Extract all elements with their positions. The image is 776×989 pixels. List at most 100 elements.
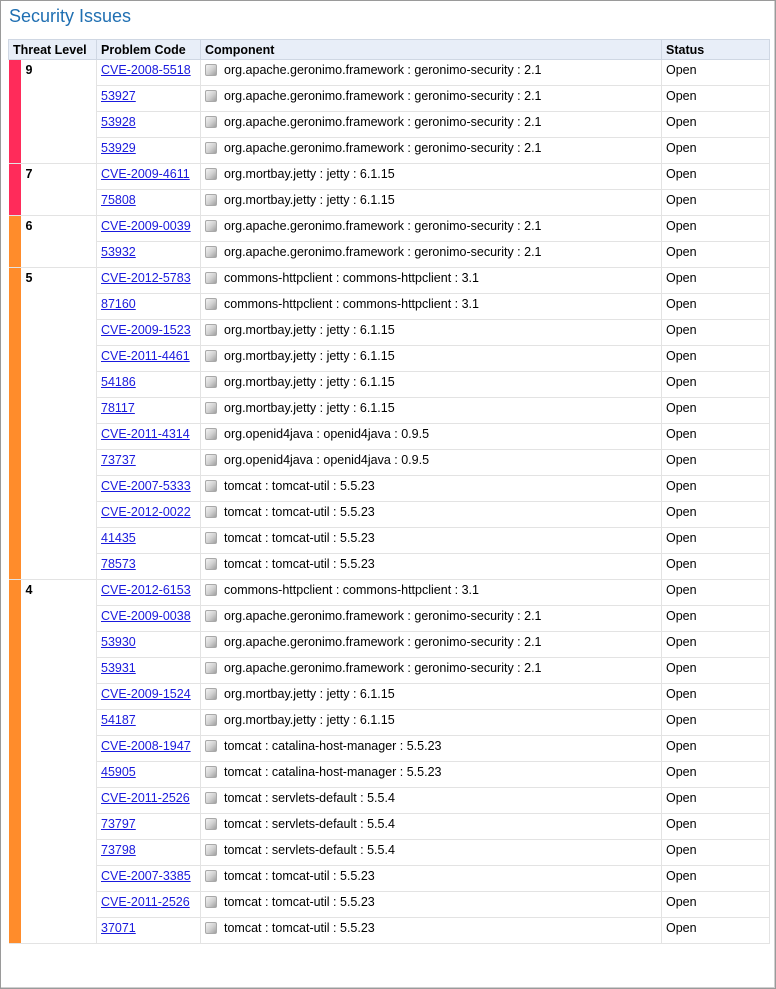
problem-code-link[interactable]: 53928 <box>101 115 136 129</box>
component-name: org.apache.geronimo.framework : geronimo… <box>224 219 542 233</box>
component-name: commons-httpclient : commons-httpclient … <box>224 583 479 597</box>
problem-code-link[interactable]: CVE-2009-0039 <box>101 219 191 233</box>
status-cell: Open <box>661 475 770 502</box>
table-row: CVE-2007-3385 tomcat : tomcat-util : 5.5.… <box>9 865 770 892</box>
problem-code-link[interactable]: 54186 <box>101 375 136 389</box>
threat-level-value: 6 <box>25 219 33 233</box>
component-name: tomcat : servlets-default : 5.5.4 <box>224 791 395 805</box>
component-cell: commons-httpclient : commons-httpclient … <box>200 579 662 606</box>
problem-code-link[interactable]: 73798 <box>101 843 136 857</box>
threat-level-cell: 4 <box>8 579 97 944</box>
package-icon <box>205 766 217 778</box>
component-name: commons-httpclient : commons-httpclient … <box>224 271 479 285</box>
status-cell: Open <box>661 293 770 320</box>
table-row: 45905 tomcat : catalina-host-manager : 5.… <box>9 761 770 788</box>
problem-code-link[interactable]: 41435 <box>101 531 136 545</box>
problem-code-cell: 53930 <box>96 631 201 658</box>
table-row: CVE-2008-1947 tomcat : catalina-host-mana… <box>9 735 770 762</box>
component-name: org.openid4java : openid4java : 0.9.5 <box>224 427 430 441</box>
package-icon <box>205 350 217 362</box>
component-name: org.mortbay.jetty : jetty : 6.1.15 <box>224 687 395 701</box>
package-icon <box>205 246 217 258</box>
status-cell: Open <box>661 527 770 554</box>
package-icon <box>205 714 217 726</box>
problem-code-cell: CVE-2011-4461 <box>96 345 201 372</box>
problem-code-link[interactable]: CVE-2011-2526 <box>101 895 190 909</box>
table-row: 53932 org.apache.geronimo.framework : ger… <box>9 241 770 268</box>
threat-level-cell: 6 <box>8 215 97 268</box>
component-cell: org.apache.geronimo.framework : geronimo… <box>200 59 662 86</box>
problem-code-link[interactable]: 45905 <box>101 765 136 779</box>
package-icon <box>205 402 217 414</box>
problem-code-link[interactable]: CVE-2012-5783 <box>101 271 191 285</box>
problem-code-link[interactable]: 53929 <box>101 141 136 155</box>
table-row: 53927 org.apache.geronimo.framework : ger… <box>9 85 770 112</box>
component-cell: commons-httpclient : commons-httpclient … <box>200 267 662 294</box>
status-cell: Open <box>661 735 770 762</box>
component-cell: org.mortbay.jetty : jetty : 6.1.15 <box>200 397 662 424</box>
component-name: tomcat : tomcat-util : 5.5.23 <box>224 505 375 519</box>
component-name: org.apache.geronimo.framework : geronimo… <box>224 63 542 77</box>
problem-code-link[interactable]: CVE-2009-0038 <box>101 609 191 623</box>
component-name: tomcat : tomcat-util : 5.5.23 <box>224 895 375 909</box>
problem-code-link[interactable]: 37071 <box>101 921 136 935</box>
problem-code-cell: CVE-2009-0039 <box>96 215 201 242</box>
problem-code-link[interactable]: 78117 <box>101 401 135 415</box>
problem-code-link[interactable]: 73737 <box>101 453 136 467</box>
problem-code-link[interactable]: CVE-2007-5333 <box>101 479 191 493</box>
status-cell: Open <box>661 917 770 944</box>
table-row: 5 CVE-2012-5783 commons-httpclient : commo… <box>8 267 770 580</box>
package-icon <box>205 376 217 388</box>
package-icon <box>205 844 217 856</box>
problem-code-link[interactable]: 53930 <box>101 635 136 649</box>
problem-code-link[interactable]: CVE-2008-5518 <box>101 63 191 77</box>
problem-code-link[interactable]: 53932 <box>101 245 136 259</box>
problem-code-link[interactable]: CVE-2009-4611 <box>101 167 190 181</box>
problem-code-link[interactable]: 87160 <box>101 297 136 311</box>
package-icon <box>205 64 217 76</box>
problem-code-link[interactable]: CVE-2011-4314 <box>101 427 190 441</box>
package-icon <box>205 636 217 648</box>
problem-code-cell: 41435 <box>96 527 201 554</box>
table-row: CVE-2012-0022 tomcat : tomcat-util : 5.5.… <box>9 501 770 528</box>
problem-code-link[interactable]: CVE-2012-6153 <box>101 583 191 597</box>
problem-code-link[interactable]: 54187 <box>101 713 136 727</box>
status-cell: Open <box>661 59 770 86</box>
problem-code-link[interactable]: CVE-2011-4461 <box>101 349 190 363</box>
problem-code-cell: CVE-2009-1523 <box>96 319 201 346</box>
problem-code-link[interactable]: 73797 <box>101 817 136 831</box>
problem-code-link[interactable]: CVE-2008-1947 <box>101 739 191 753</box>
component-name: org.apache.geronimo.framework : geronimo… <box>224 635 542 649</box>
component-cell: tomcat : tomcat-util : 5.5.23 <box>200 917 662 944</box>
problem-code-link[interactable]: 78573 <box>101 557 136 571</box>
problem-code-cell: CVE-2007-5333 <box>96 475 201 502</box>
component-cell: org.apache.geronimo.framework : geronimo… <box>200 605 662 632</box>
problem-code-link[interactable]: 75808 <box>101 193 136 207</box>
problem-code-link[interactable]: CVE-2009-1524 <box>101 687 191 701</box>
component-cell: org.mortbay.jetty : jetty : 6.1.15 <box>200 163 662 190</box>
component-cell: tomcat : tomcat-util : 5.5.23 <box>200 865 662 892</box>
threat-level-bar <box>8 580 21 943</box>
component-cell: org.mortbay.jetty : jetty : 6.1.15 <box>200 189 662 216</box>
table-row: 78573 tomcat : tomcat-util : 5.5.23 Open <box>9 553 770 580</box>
component-name: org.mortbay.jetty : jetty : 6.1.15 <box>224 193 395 207</box>
component-name: tomcat : tomcat-util : 5.5.23 <box>224 479 375 493</box>
problem-code-link[interactable]: 53931 <box>101 661 136 675</box>
problem-code-link[interactable]: CVE-2011-2526 <box>101 791 190 805</box>
table-body: 9 CVE-2008-5518 org.apache.geronimo.framew… <box>8 59 770 944</box>
problem-code-cell: CVE-2009-4611 <box>96 163 201 190</box>
table-row: 41435 tomcat : tomcat-util : 5.5.23 Open <box>9 527 770 554</box>
problem-code-link[interactable]: CVE-2007-3385 <box>101 869 191 883</box>
status-cell: Open <box>661 137 770 164</box>
problem-code-link[interactable]: CVE-2012-0022 <box>101 505 191 519</box>
status-cell: Open <box>661 345 770 372</box>
status-cell: Open <box>661 631 770 658</box>
table-row: CVE-2011-2526 tomcat : servlets-default :… <box>9 787 770 814</box>
table-row: 53929 org.apache.geronimo.framework : ger… <box>9 137 770 164</box>
table-row: 87160 commons-httpclient : commons-httpcl… <box>9 293 770 320</box>
component-name: org.mortbay.jetty : jetty : 6.1.15 <box>224 375 395 389</box>
problem-code-cell: 53932 <box>96 241 201 268</box>
problem-code-link[interactable]: CVE-2009-1523 <box>101 323 191 337</box>
problem-code-link[interactable]: 53927 <box>101 89 136 103</box>
package-icon <box>205 272 217 284</box>
